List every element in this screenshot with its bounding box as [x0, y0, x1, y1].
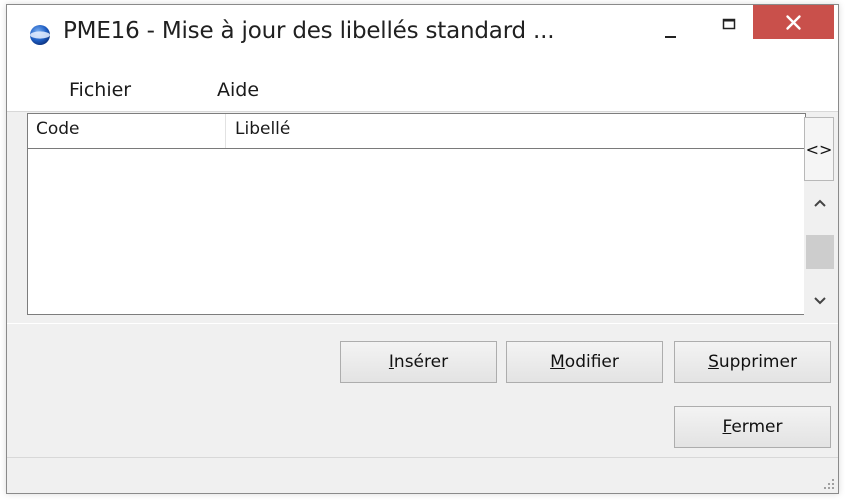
libelles-table[interactable]: Code Libellé: [27, 113, 806, 315]
accelerator-key: S: [708, 352, 719, 372]
table-header: Code Libellé: [28, 114, 805, 149]
column-header-libelle[interactable]: Libellé: [235, 119, 290, 139]
supprimer-button[interactable]: Supprimer: [674, 341, 831, 383]
vertical-scrollbar[interactable]: <>: [804, 117, 836, 315]
fermer-button[interactable]: Fermer: [674, 406, 831, 448]
globe-icon: [30, 25, 50, 45]
chevron-up-icon[interactable]: [812, 195, 828, 211]
column-header-code[interactable]: Code: [36, 119, 80, 139]
divider: [7, 323, 838, 324]
menu-fichier[interactable]: Fichier: [69, 79, 131, 101]
swap-columns-button[interactable]: <>: [804, 117, 834, 181]
menu-aide[interactable]: Aide: [217, 79, 259, 101]
menu-bar: Fichier Aide: [7, 69, 838, 112]
close-icon: [786, 15, 801, 30]
button-label: upprimer: [718, 352, 797, 372]
resize-grip-icon[interactable]: [823, 478, 835, 490]
inserer-button[interactable]: Insérer: [340, 341, 497, 383]
accelerator-key: M: [550, 352, 565, 372]
button-label: nsérer: [393, 352, 449, 372]
app-window: PME16 - Mise à jour des libellés standar…: [6, 4, 839, 494]
title-bar[interactable]: PME16 - Mise à jour des libellés standar…: [7, 5, 838, 69]
chevron-down-icon[interactable]: [812, 293, 828, 309]
scrollbar-thumb[interactable]: [806, 235, 834, 269]
button-label: ermer: [731, 417, 783, 437]
modifier-button[interactable]: Modifier: [506, 341, 663, 383]
close-button[interactable]: [753, 5, 834, 39]
accelerator-key: F: [722, 417, 732, 437]
status-bar: [7, 457, 838, 493]
button-label: odifier: [564, 352, 619, 372]
window-title: PME16 - Mise à jour des libellés standar…: [63, 18, 555, 44]
maximize-icon[interactable]: [706, 15, 752, 49]
column-divider[interactable]: [225, 114, 226, 148]
minimize-icon[interactable]: [648, 15, 694, 49]
